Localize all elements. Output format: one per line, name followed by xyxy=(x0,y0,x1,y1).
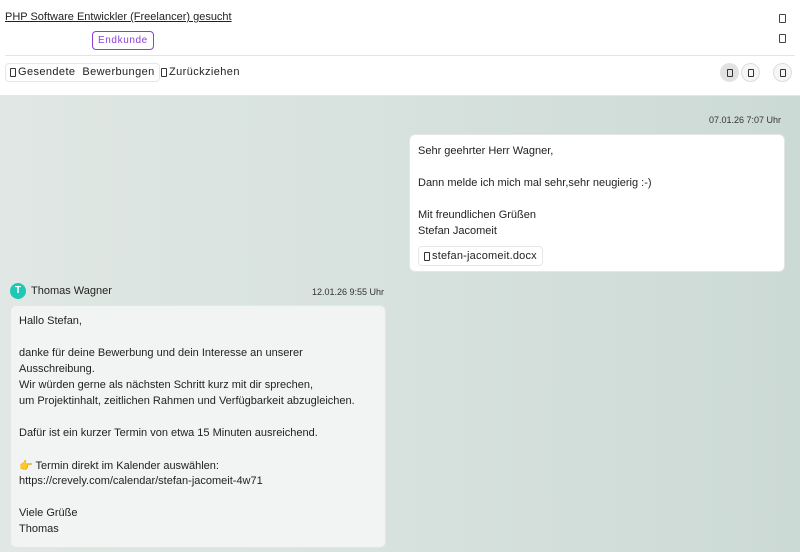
view-toggle-button[interactable] xyxy=(720,63,739,82)
withdraw-label: Zurückziehen xyxy=(169,66,240,78)
message-line: Mit freundlichen Grüßen xyxy=(418,209,536,221)
message-line: Sehr geehrter Herr Wagner, xyxy=(418,145,554,157)
job-title-link[interactable]: PHP Software Entwickler (Freelancer) ges… xyxy=(5,11,232,23)
header-divider xyxy=(5,55,795,56)
incoming-message: Hallo Stefan, danke für deine Bewerbung … xyxy=(10,305,386,548)
message-line: Dafür ist ein kurzer Termin von etwa 15 … xyxy=(19,427,318,439)
sent-applications-button[interactable]: Gesendete Bewerbungen xyxy=(5,63,160,82)
file-icon xyxy=(424,251,430,261)
job-header: PHP Software Entwickler (Freelancer) ges… xyxy=(0,0,800,95)
avatar: T xyxy=(10,283,26,299)
view-icon xyxy=(726,68,733,77)
message-line: Ausschreibung. xyxy=(19,363,95,375)
sent-applications-label: Gesendete Bewerbungen xyxy=(18,66,155,78)
message-thread[interactable]: 07.01.26 7:07 Uhr Sehr geehrter Herr Wag… xyxy=(0,95,800,552)
message-line: Viele Grüße xyxy=(19,507,78,519)
message-line: Dann melde ich mich mal sehr,sehr neugie… xyxy=(418,177,652,189)
message-line: um Projektinhalt, zeitlichen Rahmen und … xyxy=(19,395,355,407)
message-line: Stefan Jacomeit xyxy=(418,225,497,237)
back-icon xyxy=(10,68,16,77)
calendar-link[interactable]: https://crevely.com/calendar/stefan-jaco… xyxy=(19,475,263,487)
message-line: 👉 Termin direkt im Kalender auswählen: xyxy=(19,460,219,472)
message-line: Thomas xyxy=(19,523,59,535)
more-icon xyxy=(779,68,786,77)
message-line: Wir würden gerne als nächsten Schritt ku… xyxy=(19,379,314,391)
options-icon xyxy=(747,68,754,77)
client-type-badge: Endkunde xyxy=(92,31,154,50)
message-line: danke für deine Bewerbung und dein Inter… xyxy=(19,347,303,359)
withdraw-button[interactable]: Zurückziehen xyxy=(161,63,240,82)
incoming-timestamp: 12.01.26 9:55 Uhr xyxy=(312,287,385,297)
bookmark-icon[interactable] xyxy=(779,14,786,23)
attachment-file[interactable]: stefan-jacomeit.docx xyxy=(418,246,543,266)
message-line: Hallo Stefan, xyxy=(19,315,82,327)
withdraw-icon xyxy=(161,68,167,77)
sender-name: Thomas Wagner xyxy=(31,285,112,297)
options-button[interactable] xyxy=(741,63,760,82)
attachment-name: stefan-jacomeit.docx xyxy=(432,250,537,262)
outgoing-timestamp: 07.01.26 7:07 Uhr xyxy=(709,115,782,125)
share-icon[interactable] xyxy=(779,34,786,43)
outgoing-message: Sehr geehrter Herr Wagner, Dann melde ic… xyxy=(409,134,785,272)
more-button[interactable] xyxy=(773,63,792,82)
